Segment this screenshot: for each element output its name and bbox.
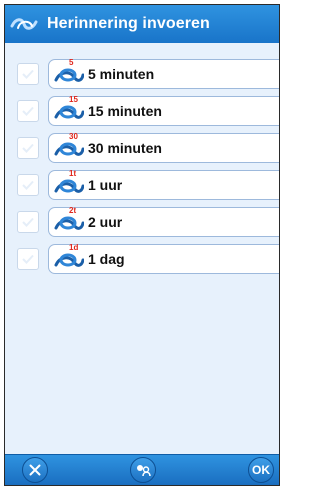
cancel-button[interactable] bbox=[22, 457, 48, 483]
contacts-icon bbox=[137, 465, 151, 477]
reminder-label: 5 minuten bbox=[88, 66, 155, 82]
knot-icon: 5 bbox=[54, 58, 85, 86]
knot-icon: 1d bbox=[54, 243, 85, 271]
list-item: 1t 1 uur bbox=[5, 169, 279, 200]
checkmark-icon bbox=[22, 254, 34, 264]
list-item: 30 30 minuten bbox=[5, 132, 279, 163]
checkmark-icon bbox=[22, 106, 34, 116]
ok-button[interactable]: OK bbox=[248, 457, 274, 483]
bottom-toolbar: OK bbox=[5, 454, 279, 485]
reminder-superscript: 30 bbox=[69, 132, 78, 141]
reminder-checkbox[interactable] bbox=[17, 100, 39, 122]
reminder-superscript: 1t bbox=[69, 169, 77, 178]
reminder-superscript: 5 bbox=[69, 58, 74, 67]
checkmark-icon bbox=[22, 69, 34, 79]
reminder-option-button[interactable]: 1t 1 uur bbox=[48, 169, 279, 200]
checkmark-icon bbox=[22, 180, 34, 190]
contacts-button[interactable] bbox=[130, 457, 156, 483]
reminder-label: 15 minuten bbox=[88, 103, 162, 119]
title-bar: Herinnering invoeren bbox=[5, 5, 279, 44]
reminder-checkbox[interactable] bbox=[17, 211, 39, 233]
reminder-dialog: Herinnering invoeren 5 5 minuten 15 15 m… bbox=[4, 4, 280, 486]
reminder-option-button[interactable]: 1d 1 dag bbox=[48, 243, 279, 274]
checkmark-icon bbox=[22, 143, 34, 153]
knot-icon: 15 bbox=[54, 95, 85, 123]
page-title: Herinnering invoeren bbox=[47, 15, 210, 32]
list-item: 15 15 minuten bbox=[5, 95, 279, 126]
reminder-superscript: 2t bbox=[69, 206, 77, 215]
close-icon bbox=[29, 464, 41, 476]
checkmark-icon bbox=[22, 217, 34, 227]
reminder-checkbox[interactable] bbox=[17, 137, 39, 159]
reminder-label: 1 uur bbox=[88, 177, 123, 193]
knot-icon: 1t bbox=[54, 169, 85, 197]
reminder-label: 2 uur bbox=[88, 214, 123, 230]
reminder-checkbox[interactable] bbox=[17, 63, 39, 85]
reminder-label: 30 minuten bbox=[88, 140, 162, 156]
reminder-label: 1 dag bbox=[88, 251, 125, 267]
reminder-superscript: 1d bbox=[69, 243, 79, 252]
list-item: 2t 2 uur bbox=[5, 206, 279, 237]
knot-icon: 2t bbox=[54, 206, 85, 234]
reminder-list: 5 5 minuten 15 15 minuten 30 30 minuten … bbox=[5, 43, 279, 461]
reminder-option-button[interactable]: 15 15 minuten bbox=[48, 95, 279, 126]
knot-icon: 30 bbox=[54, 132, 85, 160]
knot-logo-icon bbox=[5, 5, 47, 43]
reminder-option-button[interactable]: 30 30 minuten bbox=[48, 132, 279, 163]
reminder-checkbox[interactable] bbox=[17, 174, 39, 196]
reminder-checkbox[interactable] bbox=[17, 248, 39, 270]
list-item: 5 5 minuten bbox=[5, 58, 279, 89]
reminder-option-button[interactable]: 5 5 minuten bbox=[48, 58, 279, 89]
reminder-option-button[interactable]: 2t 2 uur bbox=[48, 206, 279, 237]
list-item: 1d 1 dag bbox=[5, 243, 279, 274]
reminder-superscript: 15 bbox=[69, 95, 78, 104]
